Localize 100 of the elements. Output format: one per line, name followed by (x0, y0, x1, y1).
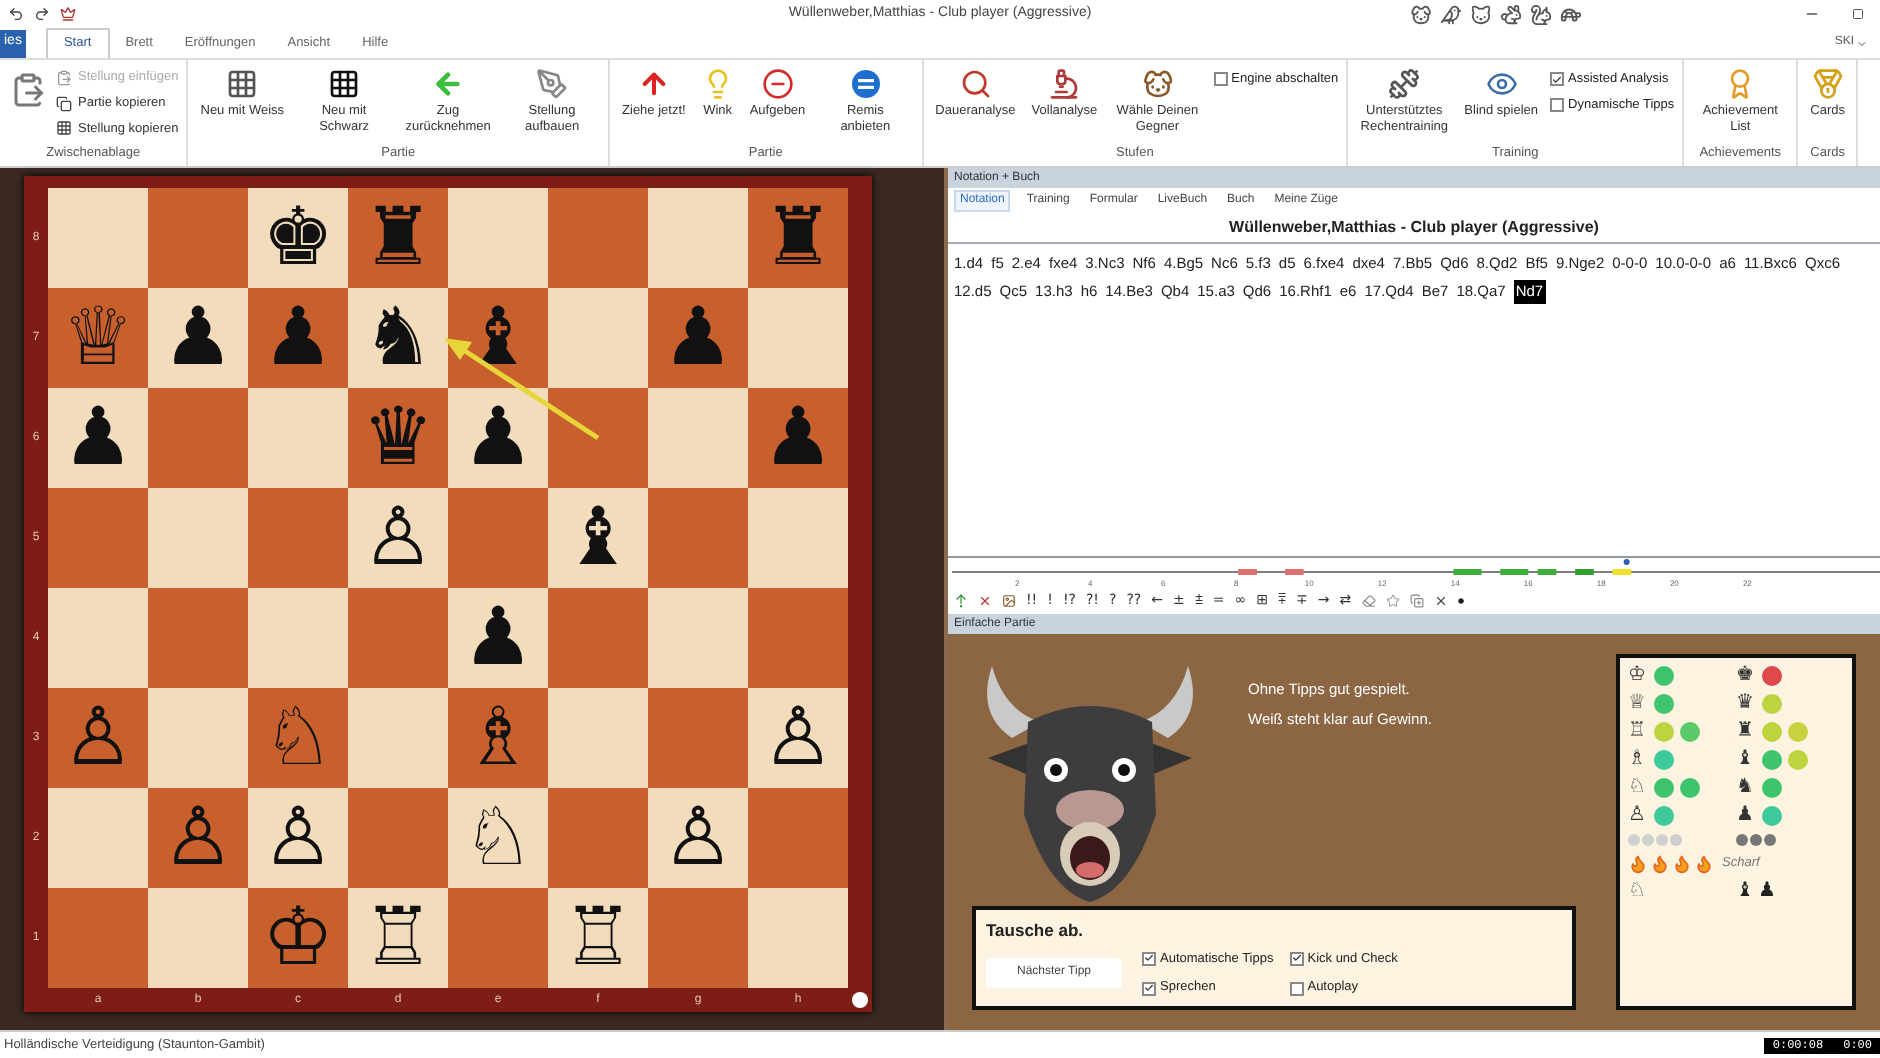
chess-piece[interactable]: ♛ (362, 398, 434, 478)
board-square[interactable]: ♟ (48, 388, 148, 488)
chess-piece[interactable]: ♙ (262, 798, 334, 878)
board-square[interactable]: ♟ (448, 388, 548, 488)
captured-piece: ♟ (1757, 881, 1776, 902)
board-square[interactable]: ♗ (448, 688, 548, 788)
chess-piece[interactable]: ♔ (262, 898, 334, 978)
arrow-up-icon[interactable] (954, 593, 968, 608)
chess-piece[interactable]: ♟ (662, 298, 734, 378)
pen-icon (536, 68, 569, 100)
chess-piece[interactable]: ♙ (762, 698, 834, 778)
chess-piece[interactable]: ♟ (162, 298, 234, 378)
board-square[interactable]: ♔ (248, 888, 348, 988)
crown-icon[interactable] (60, 6, 76, 22)
eye-icon (1485, 68, 1518, 100)
chess-piece[interactable]: ♟ (762, 398, 834, 478)
chess-piece[interactable]: ♖ (362, 898, 434, 978)
board-square[interactable]: ♟ (448, 588, 548, 688)
flame-icon (1650, 853, 1670, 874)
board-square[interactable]: ♙ (48, 688, 148, 788)
board-square[interactable]: ♝ (448, 288, 548, 388)
game-title: Wüllenweber,Matthias - Club player (Aggressive) (948, 212, 1880, 244)
flame-icon (1628, 853, 1648, 874)
microscope-icon (1048, 68, 1081, 100)
board-square[interactable]: ♙ (348, 488, 448, 588)
eraser-icon[interactable] (1361, 593, 1376, 608)
piece-icon: ♖ (1628, 721, 1648, 742)
chess-piece[interactable]: ♝ (462, 298, 534, 378)
bird-icon[interactable] (1440, 3, 1462, 25)
chess-piece[interactable]: ♜ (362, 198, 434, 278)
cat-icon[interactable] (1470, 3, 1492, 25)
check-icon (1291, 952, 1302, 965)
board-square[interactable]: ♙ (248, 788, 348, 888)
piece-icon: ♔ (1628, 665, 1648, 686)
board-square[interactable]: ♙ (148, 788, 248, 888)
image-icon[interactable] (1002, 593, 1016, 608)
chess-piece[interactable]: ♝ (562, 498, 634, 578)
board-square[interactable] (548, 388, 648, 488)
chess-piece[interactable]: ♖ (562, 898, 634, 978)
chess-piece[interactable]: ♞ (362, 298, 434, 378)
chess-piece[interactable]: ♘ (462, 798, 534, 878)
dumbbell-icon (1388, 68, 1421, 100)
checkerboard-icon (226, 68, 259, 100)
chess-piece[interactable]: ♙ (162, 798, 234, 878)
equals-circle-icon (849, 68, 882, 100)
dog-icon[interactable] (1410, 3, 1432, 25)
board-square[interactable]: ♜ (348, 188, 448, 288)
board-square[interactable]: ♝ (548, 488, 648, 588)
board-square[interactable]: ♚ (248, 188, 348, 288)
board-square[interactable]: ♜ (748, 188, 848, 288)
board-square[interactable]: ♙ (648, 788, 748, 888)
piece-icon: ♙ (1628, 805, 1648, 826)
board-square[interactable]: ♟ (748, 388, 848, 488)
board-square[interactable]: ♘ (248, 688, 348, 788)
chess-piece[interactable]: ♚ (262, 198, 334, 278)
chess-piece[interactable]: ♟ (62, 398, 134, 478)
medal-icon (1811, 68, 1844, 100)
copy-icon (56, 95, 72, 112)
cross-icon[interactable] (978, 593, 992, 608)
piece-icon: ♞ (1736, 777, 1756, 798)
board-square[interactable]: ♟ (248, 288, 348, 388)
chess-piece[interactable]: ♜ (762, 198, 834, 278)
arrow-left-icon (432, 68, 465, 100)
caret-icon (1856, 37, 1868, 49)
squirrel-icon[interactable] (1530, 3, 1552, 25)
chess-piece[interactable]: ♙ (62, 698, 134, 778)
star-icon[interactable] (1385, 593, 1400, 608)
chess-piece[interactable]: ♟ (462, 598, 534, 678)
cross-icon[interactable] (1433, 593, 1448, 608)
undo-icon[interactable] (8, 6, 24, 22)
maximize-icon[interactable] (1852, 8, 1864, 20)
check-icon (1552, 73, 1563, 86)
board-square[interactable]: ♙ (748, 688, 848, 788)
board-square[interactable]: ♟ (148, 288, 248, 388)
flame-icon (1672, 853, 1692, 874)
chess-piece[interactable]: ♟ (462, 398, 534, 478)
board-square[interactable]: ♛ (348, 388, 448, 488)
chess-piece[interactable]: ♗ (462, 698, 534, 778)
chess-piece[interactable]: ♙ (362, 498, 434, 578)
rabbit-icon[interactable] (1500, 3, 1522, 25)
board-square[interactable]: ♘ (448, 788, 548, 888)
captured-piece: ♝ (1736, 881, 1754, 902)
board-square[interactable]: ♟ (648, 288, 748, 388)
chess-piece[interactable]: ♙ (662, 798, 734, 878)
chess-piece[interactable]: ♕ (62, 298, 134, 378)
board-square[interactable]: ♕ (48, 288, 148, 388)
board-square[interactable]: ♖ (548, 888, 648, 988)
board-square[interactable]: ♞ (348, 288, 448, 388)
chess-piece[interactable]: ♟ (262, 298, 334, 378)
board-square[interactable]: ♖ (348, 888, 448, 988)
piece-icon: ♟ (1736, 805, 1756, 826)
chess-piece[interactable]: ♘ (262, 698, 334, 778)
dot-icon[interactable] (1457, 597, 1464, 604)
dog-icon (1141, 68, 1174, 100)
turtle-icon[interactable] (1560, 3, 1582, 25)
redo-icon[interactable] (34, 6, 50, 22)
flame-icon (1694, 853, 1714, 874)
check-icon (1144, 952, 1154, 965)
piece-icon: ♜ (1736, 721, 1756, 742)
copy-icon[interactable] (1409, 593, 1424, 608)
